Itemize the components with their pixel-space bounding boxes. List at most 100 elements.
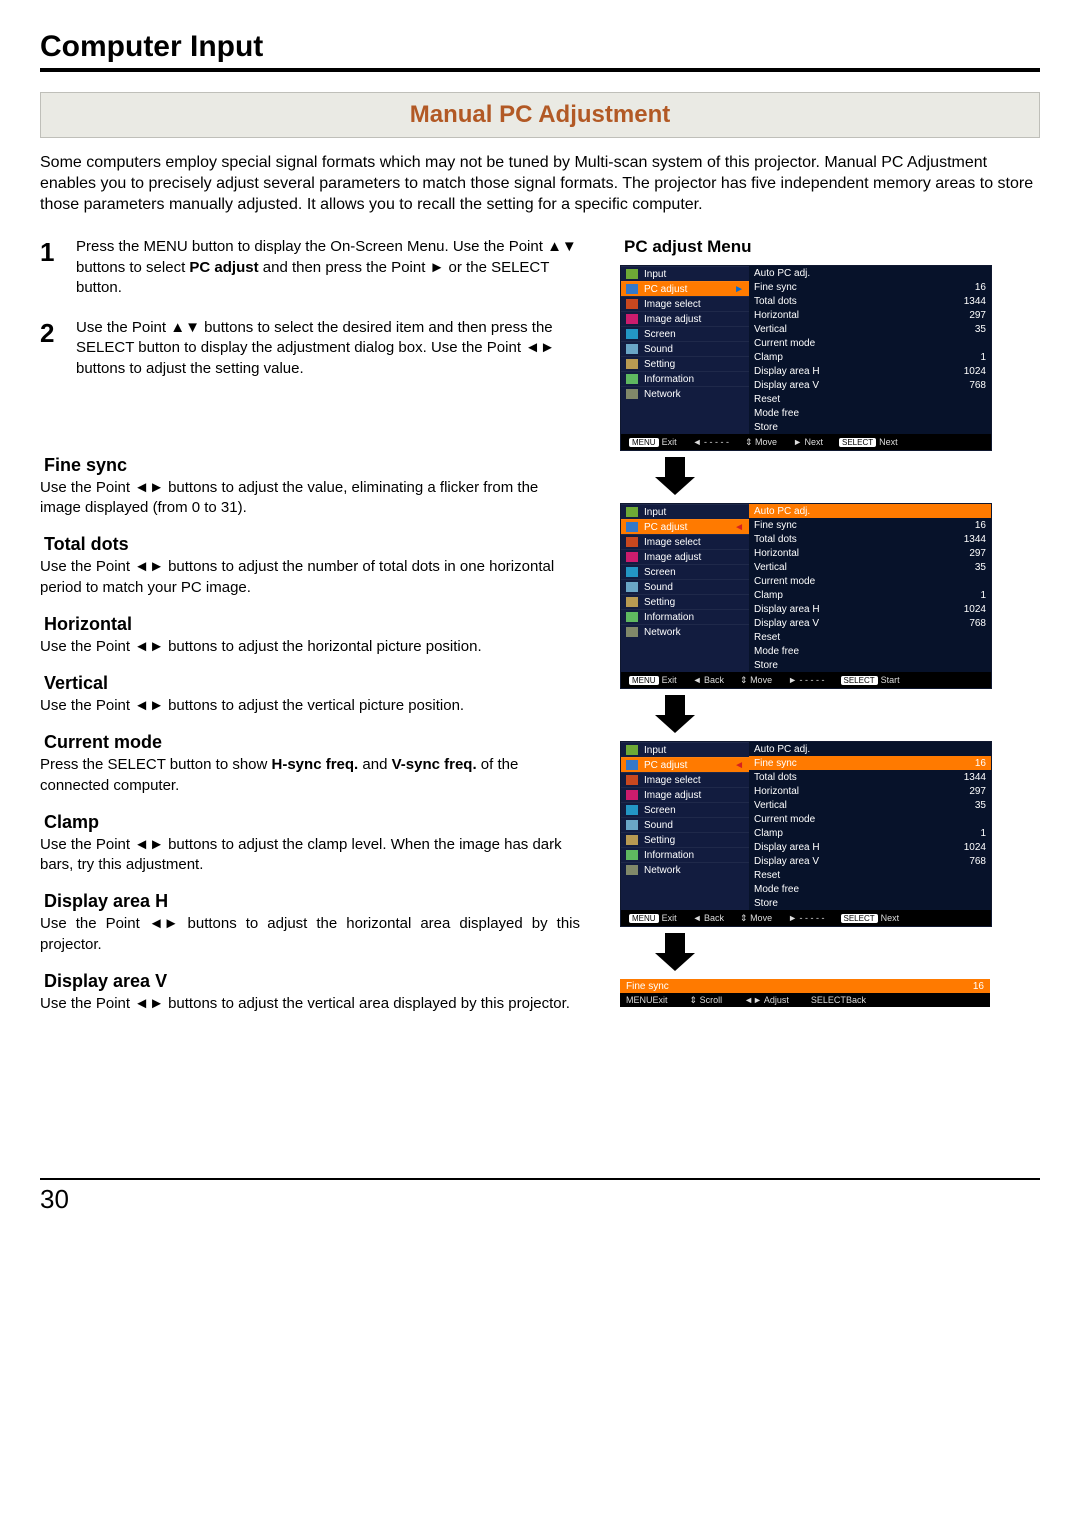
- osd-item-icon: [626, 745, 638, 755]
- osd-item-icon: [626, 820, 638, 830]
- osd-param-label: Horizontal: [754, 310, 799, 321]
- osd-param-value: 1344: [964, 772, 986, 783]
- osd-left-item: PC adjust◄: [621, 757, 749, 772]
- osd-item-icon: [626, 790, 638, 800]
- osd-left-item: Screen: [621, 564, 749, 579]
- osd-param-label: Fine sync: [754, 520, 797, 531]
- osd-item-label: PC adjust: [644, 522, 687, 533]
- osd-item-label: Image select: [644, 775, 701, 786]
- osd-param-value: 768: [969, 618, 986, 629]
- select-start-2: Start: [881, 675, 900, 685]
- osd3-footer: MENUExit ◄ Back ⇕ Move ► - - - - - SELEC…: [621, 910, 991, 926]
- scroll-4: Scroll: [700, 995, 723, 1005]
- move-3: Move: [750, 913, 772, 923]
- osd-param-label: Auto PC adj.: [754, 268, 810, 279]
- osd-screenshot-3: InputPC adjust◄Image selectImage adjustS…: [620, 741, 992, 927]
- osd-item-icon: [626, 389, 638, 399]
- osd-item-label: Sound: [644, 820, 673, 831]
- osd-item-icon: [626, 507, 638, 517]
- osd1-back: ◄ - - - - -: [693, 437, 729, 447]
- param-fine-sync-title: Fine sync: [44, 455, 580, 476]
- arrow-down-icon: [650, 457, 700, 497]
- osd-item-label: Sound: [644, 582, 673, 593]
- osd-param-value: 768: [969, 856, 986, 867]
- osd-param-value: 297: [969, 310, 986, 321]
- param-disp-h-body: Use the Point ◄► buttons to adjust the h…: [40, 914, 580, 955]
- osd-item-icon: [626, 374, 638, 384]
- dash-1: - - - - -: [704, 437, 729, 447]
- arrow-down-icon-3: [650, 933, 700, 973]
- param-disp-h-title: Display area H: [44, 891, 580, 912]
- osd-right-item: Horizontal 297: [749, 308, 991, 322]
- osd-right-item: Display area H1024: [749, 602, 991, 616]
- osd-item-icon: [626, 760, 638, 770]
- osd-left-item: Information: [621, 847, 749, 862]
- page-title: Computer Input: [40, 30, 1040, 72]
- cm-pre: Press the SELECT button to show: [40, 756, 272, 773]
- osd3-next: ► - - - - -: [788, 913, 824, 923]
- param-vertical-title: Vertical: [44, 673, 580, 694]
- osd-preview-column: PC adjust Menu InputPC adjust►Image sele…: [620, 237, 1040, 1018]
- osd-item-label: Screen: [644, 805, 676, 816]
- param-total-dots-body: Use the Point ◄► buttons to adjust the n…: [40, 557, 580, 598]
- osd-item-icon: [626, 775, 638, 785]
- fine-sync-adjust-bar: Fine sync 16 MENUExit ⇕ Scroll ◄► Adjust…: [620, 979, 990, 1007]
- osd-param-value: 1: [980, 828, 986, 839]
- osd-item-icon: [626, 835, 638, 845]
- osd-item-icon: [626, 567, 638, 577]
- intro-paragraph: Some computers employ special signal for…: [40, 153, 1040, 215]
- osd-param-label: Display area H: [754, 366, 820, 377]
- osd-item-icon: [626, 597, 638, 607]
- chevron-left-icon: ◄: [734, 522, 744, 533]
- osd-right-item: Mode free: [749, 882, 991, 896]
- osd-param-label: Clamp: [754, 352, 783, 363]
- osd1-move: ⇕ Move: [745, 437, 777, 448]
- osd-param-label: Vertical: [754, 324, 787, 335]
- osd-item-label: Image adjust: [644, 314, 701, 325]
- osd-screenshot-2: InputPC adjust◄Image selectImage adjustS…: [620, 503, 992, 689]
- osd-item-icon: [626, 329, 638, 339]
- cm-mid: and: [358, 756, 391, 773]
- osd-right-item: Clamp1: [749, 588, 991, 602]
- osd-right-item: Reset: [749, 630, 991, 644]
- adjust-4: Adjust: [764, 995, 789, 1005]
- param-total-dots-title: Total dots: [44, 534, 580, 555]
- step-2-body: Use the Point ▲▼ buttons to select the d…: [76, 318, 580, 379]
- osd-right-item: Clamp1: [749, 826, 991, 840]
- adjust-adjust: ◄► Adjust: [744, 995, 789, 1005]
- osd-param-label: Reset: [754, 394, 780, 405]
- param-vertical-body: Use the Point ◄► buttons to adjust the v…: [40, 696, 580, 716]
- osd-left-item: Image adjust: [621, 311, 749, 326]
- step-1-body: Press the MENU button to display the On-…: [76, 237, 580, 298]
- osd-param-value: 16: [975, 282, 986, 293]
- osd-left-item: Input: [621, 504, 749, 519]
- osd-right-item: Display area H1024: [749, 364, 991, 378]
- menu-key: MENU: [629, 438, 659, 447]
- osd-param-label: Mode free: [754, 646, 799, 657]
- osd-param-label: Display area V: [754, 380, 819, 391]
- osd1-footer: MENUExit ◄ - - - - - ⇕ Move ► Next SELEC…: [621, 434, 991, 450]
- osd-param-label: Auto PC adj.: [754, 506, 810, 517]
- osd-right-item: Fine sync16: [749, 280, 991, 294]
- dash-3: - - - - -: [800, 913, 825, 923]
- osd-left-item: Network: [621, 386, 749, 401]
- osd-param-label: Mode free: [754, 408, 799, 419]
- exit-label-4: Exit: [653, 995, 668, 1005]
- osd-right-item: Auto PC adj.: [749, 266, 991, 280]
- osd-param-label: Clamp: [754, 590, 783, 601]
- back-2: Back: [704, 675, 724, 685]
- osd-right-item: Display area V768: [749, 854, 991, 868]
- osd1-next: ► Next: [793, 437, 823, 447]
- osd-param-label: Auto PC adj.: [754, 744, 810, 755]
- osd-left-item: Setting: [621, 594, 749, 609]
- osd-item-label: Information: [644, 612, 694, 623]
- osd-screenshot-1: InputPC adjust►Image selectImage adjustS…: [620, 265, 992, 451]
- osd-right-item: Horizontal297: [749, 784, 991, 798]
- param-current-mode-title: Current mode: [44, 732, 580, 753]
- osd-right-item: Mode free: [749, 644, 991, 658]
- adjust-scroll: ⇕ Scroll: [690, 995, 723, 1006]
- osd-left-item: Setting: [621, 356, 749, 371]
- select-key-1: SELECT: [839, 438, 876, 447]
- select-key-4: SELECT: [811, 995, 846, 1005]
- osd-param-label: Store: [754, 898, 778, 909]
